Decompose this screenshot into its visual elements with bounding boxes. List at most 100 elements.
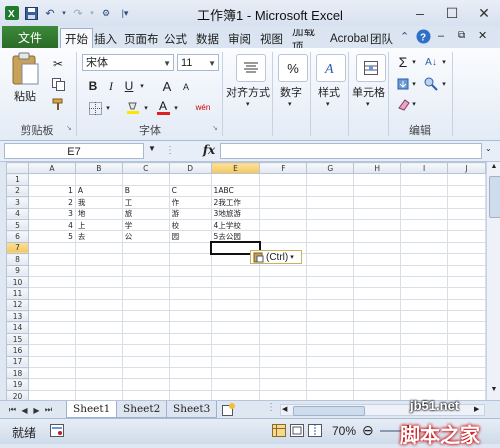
tab-insert[interactable]: 插入	[90, 29, 121, 48]
cell-a7[interactable]	[27, 241, 76, 255]
cell-a18[interactable]	[27, 367, 76, 380]
cell-e19[interactable]	[210, 378, 261, 391]
cell-e18[interactable]	[210, 367, 261, 380]
cell-c2[interactable]: B	[121, 184, 170, 198]
excel-logo-icon[interactable]: X	[4, 5, 20, 21]
alignment-button[interactable]: 对齐方式	[226, 84, 270, 100]
worksheet-grid[interactable]: ABCDEFGHIJ 1 2 1 A B C 1ABC 3 2 我工作 2我工作 4 3 地旅游 3地旅游 5…	[6, 162, 486, 400]
cell-a20[interactable]	[27, 389, 76, 400]
cell-f10[interactable]	[259, 275, 308, 289]
cell-b7[interactable]	[74, 241, 123, 255]
formula-bar-grip-icon[interactable]: ⋮	[164, 141, 176, 161]
zoom-level[interactable]: 70%	[332, 424, 356, 438]
borders-icon[interactable]	[86, 100, 104, 116]
help-icon[interactable]: ?	[416, 29, 431, 44]
column-header-c[interactable]: C	[121, 162, 170, 175]
cell-e14[interactable]	[210, 321, 261, 334]
bold-button[interactable]: B	[86, 78, 100, 94]
cell-f3[interactable]	[259, 196, 308, 209]
cell-j14[interactable]	[447, 321, 486, 334]
cell-h15[interactable]	[353, 332, 402, 346]
cell-j6[interactable]	[447, 230, 486, 243]
cell-e17[interactable]	[210, 355, 261, 369]
cell-i13[interactable]	[400, 310, 449, 323]
cell-g4[interactable]	[306, 207, 355, 220]
row-header[interactable]: 13	[6, 310, 29, 323]
undo-icon[interactable]: ↶	[42, 5, 58, 21]
cell-d4[interactable]: 游	[168, 207, 212, 220]
cell-b13[interactable]	[74, 310, 123, 323]
paste-icon[interactable]	[10, 52, 40, 86]
cell-h11[interactable]	[353, 287, 402, 300]
cell-b6[interactable]: 去	[74, 230, 123, 243]
font-color-dropdown-icon[interactable]: ▾	[172, 100, 180, 116]
cell-c13[interactable]	[121, 310, 170, 323]
cell-b11[interactable]	[74, 287, 123, 300]
cell-j9[interactable]	[447, 264, 486, 277]
cell-c8[interactable]	[121, 253, 170, 266]
cell-c16[interactable]	[121, 344, 170, 357]
cell-f4[interactable]	[259, 207, 308, 220]
cells-icon[interactable]	[356, 54, 386, 82]
cell-f11[interactable]	[259, 287, 308, 300]
cell-g5[interactable]	[306, 218, 355, 232]
cell-b8[interactable]	[74, 253, 123, 266]
cell-d10[interactable]	[168, 275, 212, 289]
cell-f9[interactable]	[259, 264, 308, 277]
cell-j12[interactable]	[447, 298, 486, 312]
cell-a1[interactable]	[27, 173, 76, 186]
cell-c9[interactable]	[121, 264, 170, 277]
ribbon-minimize-icon[interactable]: –	[438, 30, 444, 42]
first-sheet-icon[interactable]: ⏮	[8, 403, 17, 417]
cell-j13[interactable]	[447, 310, 486, 323]
cell-d9[interactable]	[168, 264, 212, 277]
row-header[interactable]: 12	[6, 298, 29, 312]
zoom-out-icon[interactable]: ⊖	[362, 422, 374, 439]
cell-a10[interactable]	[27, 275, 76, 289]
cell-i12[interactable]	[400, 298, 449, 312]
cell-e6[interactable]: 5去公园	[210, 230, 261, 243]
cell-c1[interactable]	[121, 173, 170, 186]
cell-f16[interactable]	[259, 344, 308, 357]
page-break-view-icon[interactable]	[308, 424, 322, 437]
cell-f12[interactable]	[259, 298, 308, 312]
cell-i11[interactable]	[400, 287, 449, 300]
cell-g20[interactable]	[306, 389, 355, 400]
cell-j17[interactable]	[447, 355, 486, 369]
tab-page-layout[interactable]: 页面布	[120, 29, 163, 48]
find-dropdown-icon[interactable]: ▾	[440, 76, 448, 92]
cell-c5[interactable]: 学	[121, 218, 170, 232]
cells-button[interactable]: 单元格	[352, 84, 385, 100]
cell-a17[interactable]	[27, 355, 76, 369]
sheet-tab-3[interactable]: Sheet3	[166, 401, 218, 418]
cell-b1[interactable]	[74, 173, 123, 186]
cell-d20[interactable]	[168, 389, 212, 400]
cell-g9[interactable]	[306, 264, 355, 277]
cell-c15[interactable]	[121, 332, 170, 346]
name-box[interactable]: E7	[4, 143, 144, 159]
cell-g11[interactable]	[306, 287, 355, 300]
tab-data[interactable]: 数据	[192, 29, 223, 48]
cell-b10[interactable]	[74, 275, 123, 289]
column-header-b[interactable]: B	[74, 162, 123, 175]
column-header-f[interactable]: F	[259, 162, 308, 175]
row-header[interactable]: 17	[6, 355, 29, 369]
qat-menu-icon[interactable]: |▾	[117, 5, 133, 21]
cell-a13[interactable]	[27, 310, 76, 323]
shrink-font-button[interactable]: A	[180, 80, 192, 94]
italic-button[interactable]: I	[104, 78, 118, 94]
cell-h13[interactable]	[353, 310, 402, 323]
cell-g6[interactable]	[306, 230, 355, 243]
cell-d19[interactable]	[168, 378, 212, 391]
tab-review[interactable]: 审阅	[224, 29, 255, 48]
cells-dropdown-icon[interactable]: ▾	[366, 100, 370, 108]
cell-b12[interactable]	[74, 298, 123, 312]
cell-g1[interactable]	[306, 173, 355, 186]
cell-j18[interactable]	[447, 367, 486, 380]
cell-h9[interactable]	[353, 264, 402, 277]
cell-d18[interactable]	[168, 367, 212, 380]
cell-d16[interactable]	[168, 344, 212, 357]
cell-h5[interactable]	[353, 218, 402, 232]
customize-icon[interactable]: ⚙	[98, 5, 114, 21]
find-select-icon[interactable]	[422, 76, 440, 92]
